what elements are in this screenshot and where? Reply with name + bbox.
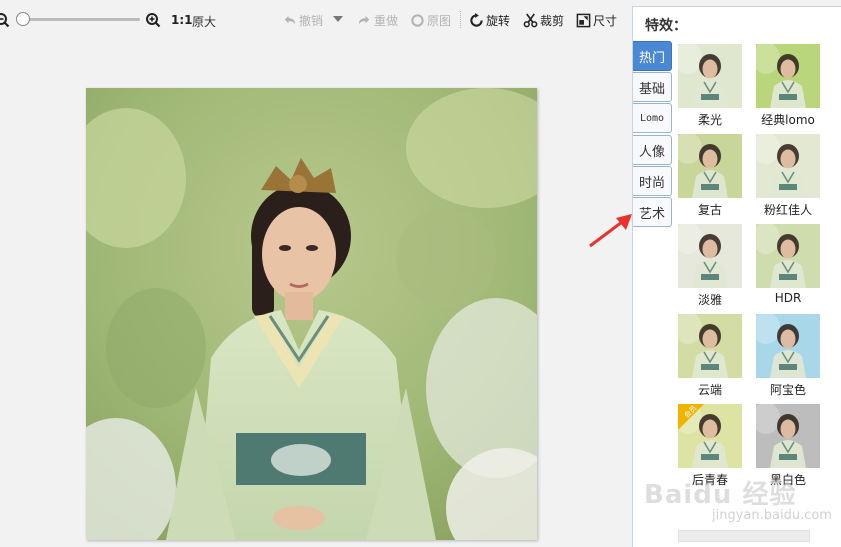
panel-scrollbar[interactable] xyxy=(678,530,810,542)
effect-label: HDR xyxy=(774,291,802,305)
category-tab[interactable]: 艺术 xyxy=(633,197,672,227)
crop-button[interactable]: 裁剪 xyxy=(523,11,564,29)
panel-title: 特效： xyxy=(645,18,687,34)
zoom-out-icon[interactable] xyxy=(0,12,10,28)
effect-item[interactable]: 云端 xyxy=(678,314,744,398)
effect-item[interactable]: 淡雅 xyxy=(678,224,744,308)
effect-thumbnail[interactable] xyxy=(756,404,820,468)
effect-thumbnail[interactable] xyxy=(756,44,820,108)
category-tab[interactable]: 基础 xyxy=(633,72,672,102)
effect-label: 黑白色 xyxy=(769,473,806,487)
effect-item[interactable]: 经典lomo xyxy=(756,44,822,128)
resize-icon xyxy=(576,13,591,27)
photo-canvas[interactable] xyxy=(86,88,537,540)
effect-item[interactable]: 柔光 xyxy=(678,44,744,128)
effect-label: 柔光 xyxy=(697,113,722,127)
redo-button[interactable]: 重做 xyxy=(357,11,398,29)
actual-size-button[interactable]: 原大 xyxy=(192,13,216,30)
effect-label: 淡雅 xyxy=(697,293,722,307)
size-label: 尺寸 xyxy=(593,13,618,28)
effect-label: 经典lomo xyxy=(761,113,815,127)
effect-item[interactable]: 复古 xyxy=(678,134,744,218)
effect-thumbnail[interactable]: 会员 xyxy=(678,404,742,468)
category-tab[interactable]: 热门 xyxy=(633,41,672,71)
effect-thumbnail[interactable] xyxy=(756,224,820,288)
undo-label: 撤销 xyxy=(299,13,324,28)
original-image-button[interactable]: 原图 xyxy=(410,11,451,29)
resize-button[interactable]: 尺寸 xyxy=(576,11,617,29)
effect-item[interactable]: HDR xyxy=(756,224,822,305)
effect-label: 复古 xyxy=(697,203,722,217)
effect-label: 后青春 xyxy=(691,473,728,487)
category-tab[interactable]: 人像 xyxy=(633,135,672,165)
woman-portrait-image xyxy=(86,88,537,540)
category-tab[interactable]: Lomo xyxy=(633,103,672,133)
effect-thumbnail[interactable] xyxy=(678,314,742,378)
undo-history-dropdown-icon[interactable] xyxy=(333,16,343,22)
toolbar-divider xyxy=(460,11,461,28)
effect-thumbnail[interactable] xyxy=(756,134,820,198)
crop-label: 裁剪 xyxy=(540,13,565,28)
category-tab[interactable]: 时尚 xyxy=(633,166,672,196)
effect-item[interactable]: 粉红佳人 xyxy=(756,134,822,218)
redo-label: 重做 xyxy=(374,13,399,28)
rotate-button[interactable]: 旋转 xyxy=(469,11,510,29)
zoom-in-icon[interactable] xyxy=(145,12,161,28)
undo-button[interactable]: 撤销 xyxy=(282,11,323,29)
rotate-icon xyxy=(470,12,483,27)
effect-label: 阿宝色 xyxy=(769,383,806,397)
original-icon xyxy=(411,13,424,27)
effects-panel: 特效： 热门 基础 Lomo 人像 时尚 艺术 柔光 经典lomo 复古 粉红佳人淡雅 HDR 云端… xyxy=(632,6,841,547)
annotation-arrow-icon xyxy=(589,214,632,248)
undo-icon xyxy=(284,15,296,24)
scissors-icon xyxy=(523,12,538,27)
effect-label: 粉红佳人 xyxy=(763,203,812,217)
effect-item[interactable]: 会员 后青春 xyxy=(678,404,744,488)
effect-label: 云端 xyxy=(697,383,722,397)
zoom-slider-track[interactable] xyxy=(24,18,140,21)
effect-thumbnail[interactable] xyxy=(678,44,742,108)
original-label: 原图 xyxy=(427,13,452,28)
redo-icon xyxy=(358,15,370,24)
editor-toolbar: 1:1 原大 撤销 重做 原图 旋转 裁剪 尺寸 xyxy=(0,0,630,40)
effect-item[interactable]: 阿宝色 xyxy=(756,314,822,398)
effect-thumbnail[interactable] xyxy=(678,224,742,288)
rotate-label: 旋转 xyxy=(486,13,511,28)
zoom-ratio-button[interactable]: 1:1 xyxy=(171,13,193,27)
effect-item[interactable]: 黑白色 xyxy=(756,404,822,488)
zoom-slider-handle[interactable] xyxy=(16,12,30,26)
effect-thumbnail[interactable] xyxy=(756,314,820,378)
effect-thumbnail[interactable] xyxy=(678,134,742,198)
